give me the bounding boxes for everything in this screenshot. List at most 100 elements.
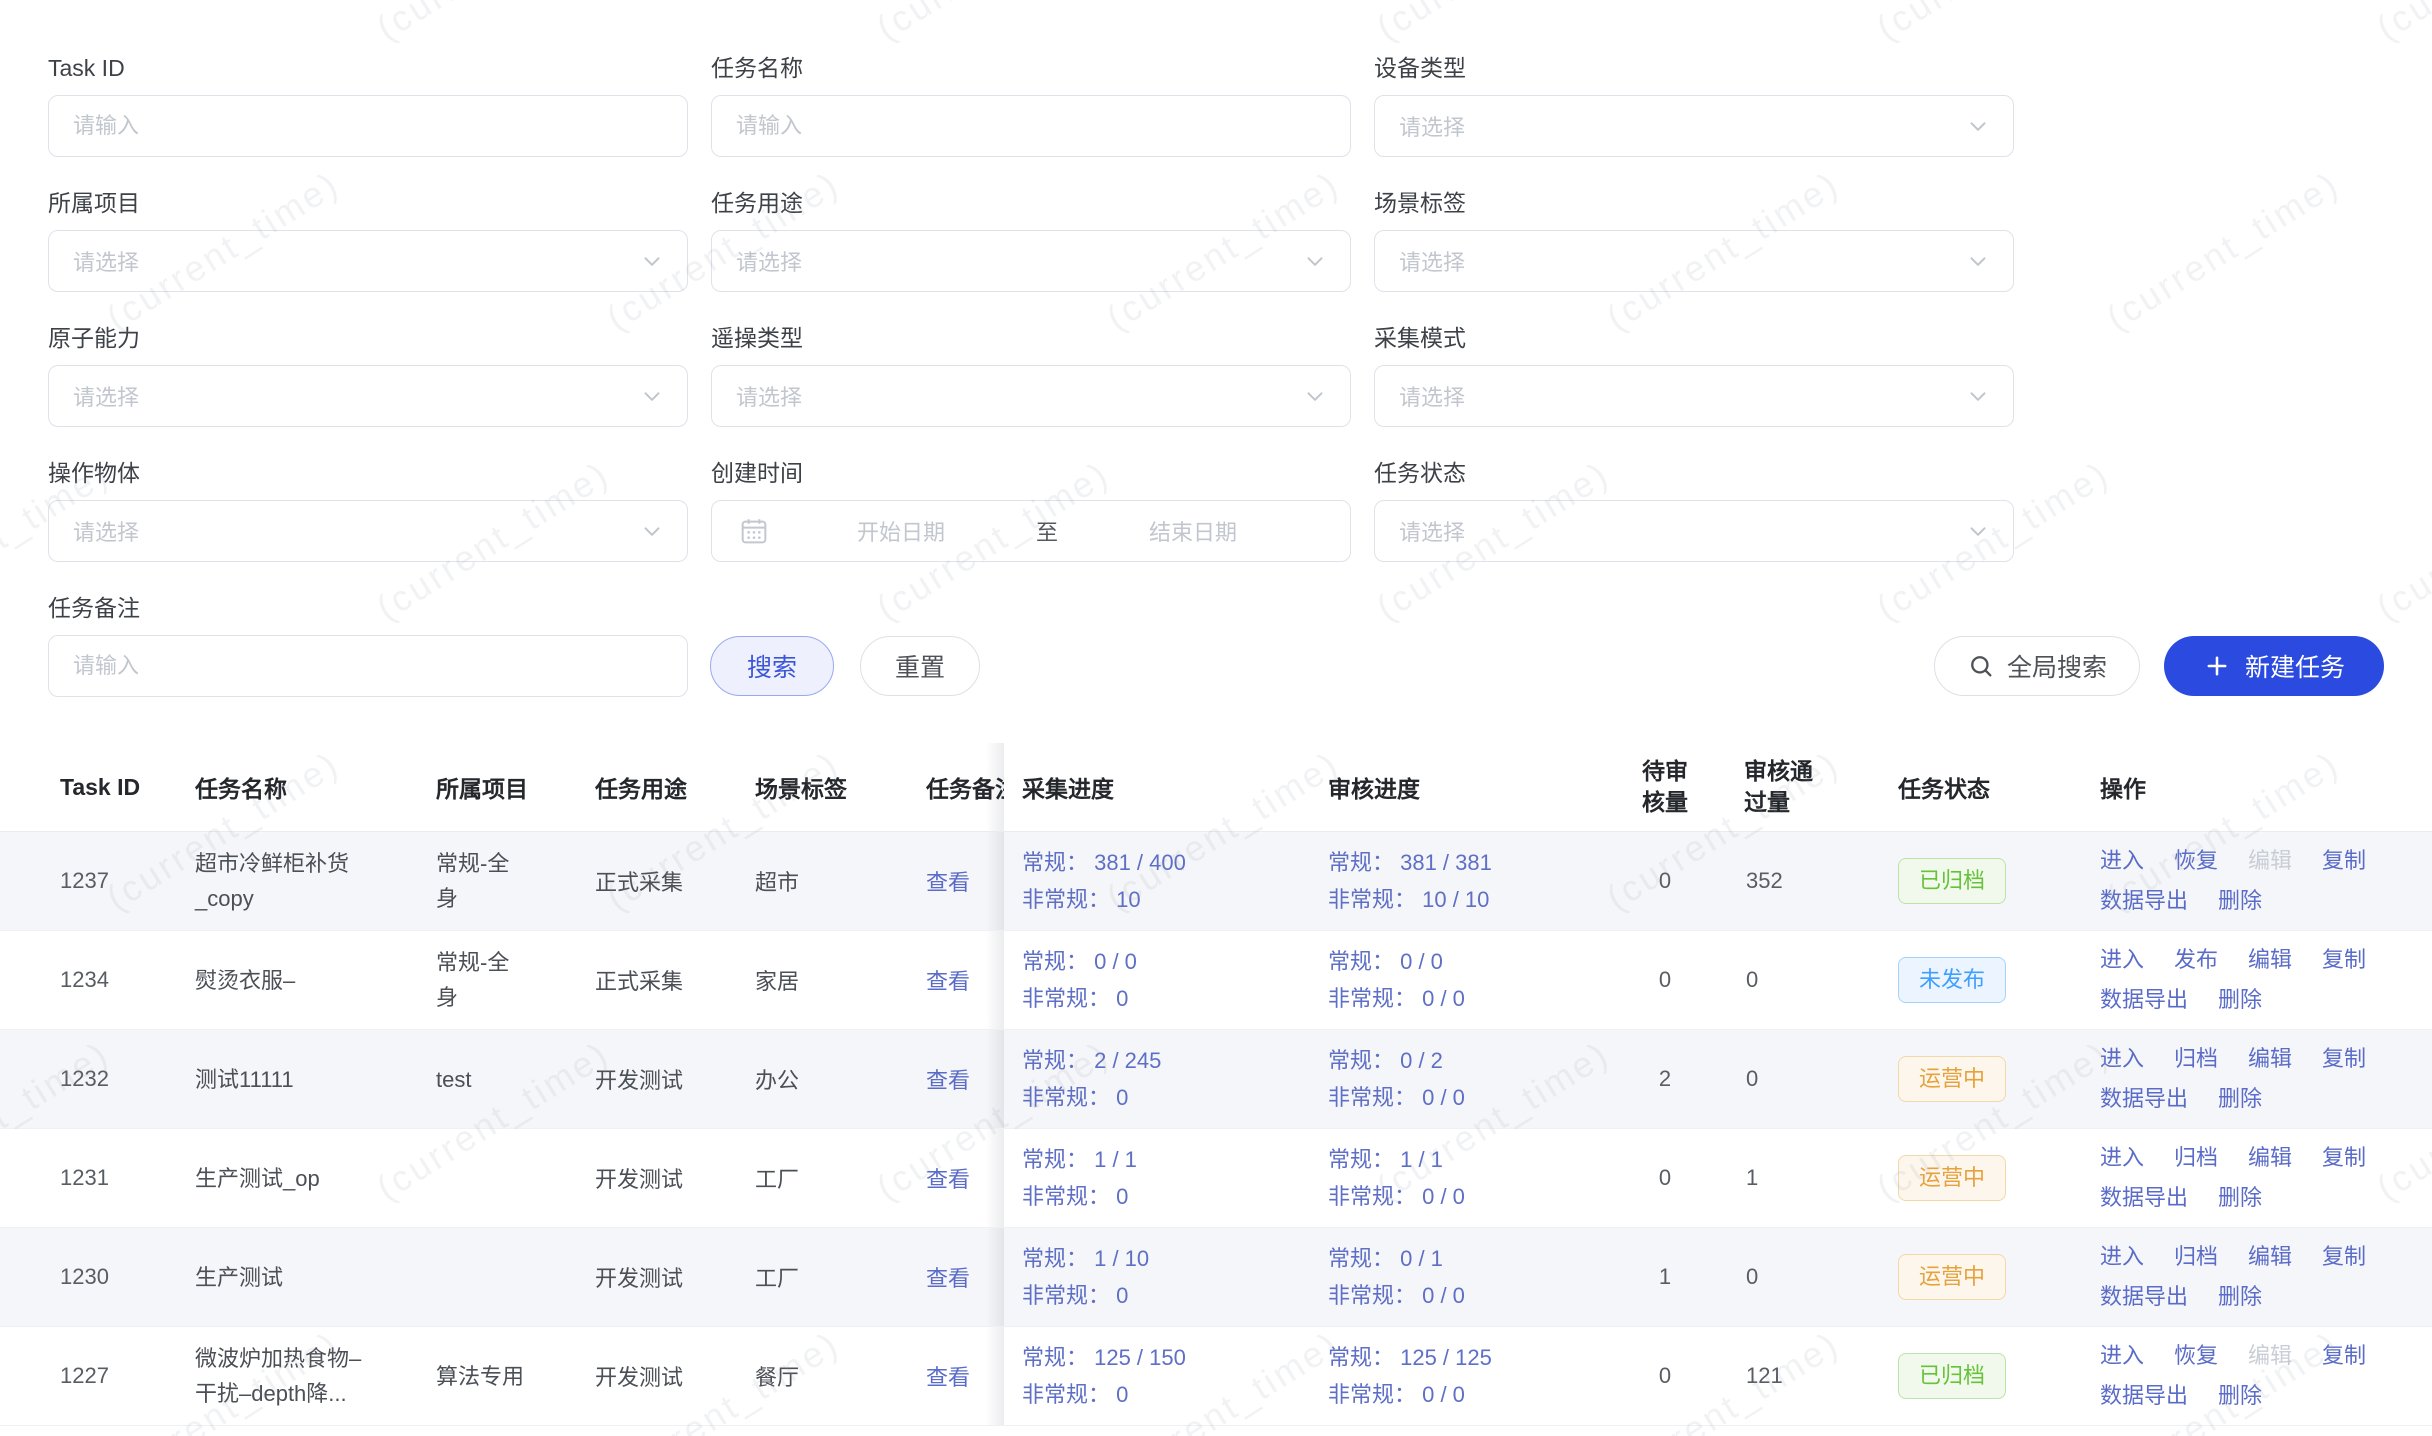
table-row: 1231生产测试_op开发测试工厂查看常规： 1 / 1非常规： 0常规： 1 … (0, 1129, 2432, 1228)
op-link-action[interactable]: 删除 (2218, 981, 2262, 1019)
filter-select[interactable]: 请选择 (711, 230, 1351, 292)
select-placeholder: 请选择 (736, 380, 802, 412)
op-link-action[interactable]: 归档 (2174, 1040, 2218, 1078)
op-link-action[interactable]: 编辑 (2248, 1139, 2292, 1177)
op-link-action[interactable]: 恢复 (2174, 842, 2218, 880)
chevron-down-icon (639, 518, 665, 544)
filter-select[interactable]: 请选择 (48, 230, 688, 292)
remark-view-link[interactable]: 查看 (926, 964, 970, 996)
cell-remark: 查看 (918, 1327, 1004, 1425)
op-link-action[interactable]: 进入 (2100, 1040, 2144, 1078)
cell-task-name: 测试11111 (195, 1030, 436, 1128)
filter-field: 任务状态请选择 (1374, 461, 2014, 562)
op-link-action[interactable]: 删除 (2218, 882, 2262, 920)
filter-select[interactable]: 请选择 (1374, 230, 2014, 292)
filter-input[interactable] (49, 113, 687, 139)
op-link-action[interactable]: 进入 (2100, 941, 2144, 979)
op-link-action[interactable]: 删除 (2218, 1377, 2262, 1415)
cell-status: 运营中 (1870, 1030, 2070, 1128)
op-link-action[interactable]: 数据导出 (2100, 981, 2188, 1019)
op-link-action[interactable]: 复制 (2322, 1238, 2366, 1276)
search-icon (1967, 652, 1995, 680)
op-link-action[interactable]: 发布 (2174, 941, 2218, 979)
op-link-action[interactable]: 复制 (2322, 1040, 2366, 1078)
cell-project (436, 1129, 595, 1227)
row-left: 1232测试11111test开发测试办公查看 (0, 1030, 1004, 1128)
filter-select[interactable]: 请选择 (711, 365, 1351, 427)
filter-input[interactable] (712, 113, 1350, 139)
cell-task-id: 1237 (0, 832, 195, 930)
remark-view-link[interactable]: 查看 (926, 865, 970, 897)
date-start-placeholder: 开始日期 (770, 515, 1032, 547)
op-link-action[interactable]: 复制 (2322, 941, 2366, 979)
filter-select[interactable]: 请选择 (1374, 95, 2014, 157)
op-link-action[interactable]: 删除 (2218, 1278, 2262, 1316)
chevron-down-icon (1302, 248, 1328, 274)
row-right: 常规： 2 / 245非常规： 0常规： 0 / 2非常规： 0 / 020运营… (1004, 1030, 2432, 1128)
op-link-action[interactable]: 数据导出 (2100, 1278, 2188, 1316)
op-link-action[interactable]: 编辑 (2248, 1040, 2292, 1078)
op-link-action[interactable]: 复制 (2322, 1139, 2366, 1177)
reset-button[interactable]: 重置 (860, 636, 980, 696)
cell-remark: 查看 (918, 832, 1004, 930)
cell-approved-count: 1 (1720, 1129, 1870, 1227)
cell-project: 算法专用 (436, 1327, 595, 1425)
op-link-action[interactable]: 归档 (2174, 1139, 2218, 1177)
cell-scene-tag: 家居 (755, 931, 918, 1029)
filter-input[interactable] (49, 653, 687, 679)
filter-label: 场景标签 (1374, 191, 2014, 215)
progress-irregular-line: 非常规： 10 (1022, 881, 1141, 918)
filter-label: 遥操类型 (711, 326, 1351, 350)
create-task-label: 新建任务 (2245, 648, 2345, 684)
filter-grid: Task ID任务名称设备类型请选择所属项目请选择任务用途请选择场景标签请选择原… (48, 56, 2384, 562)
cell-review-progress: 常规： 381 / 381非常规： 10 / 10 (1310, 832, 1610, 930)
op-link-action[interactable]: 数据导出 (2100, 1080, 2188, 1118)
filter-label: 任务备注 (48, 596, 688, 620)
cell-scene-tag: 餐厅 (755, 1327, 918, 1425)
filter-label: 设备类型 (1374, 56, 2014, 80)
status-badge: 未发布 (1898, 957, 2006, 1003)
op-link-action[interactable]: 进入 (2100, 1238, 2144, 1276)
operations-wrap: 进入发布编辑复制数据导出删除 (2100, 941, 2432, 1019)
filter-select[interactable]: 请选择 (48, 500, 688, 562)
op-link-action[interactable]: 数据导出 (2100, 1179, 2188, 1217)
op-link-action[interactable]: 恢复 (2174, 1337, 2218, 1375)
cell-collect-progress: 常规： 2 / 245非常规： 0 (1004, 1030, 1310, 1128)
column-header: 操作 (2070, 743, 2432, 831)
filter-field: Task ID (48, 56, 688, 157)
op-link-action[interactable]: 删除 (2218, 1080, 2262, 1118)
op-link-action[interactable]: 编辑 (2248, 941, 2292, 979)
global-search-button[interactable]: 全局搜索 (1934, 636, 2140, 696)
op-link-action[interactable]: 进入 (2100, 1139, 2144, 1177)
filter-select[interactable]: 请选择 (1374, 365, 2014, 427)
remark-view-link[interactable]: 查看 (926, 1063, 970, 1095)
op-link-action[interactable]: 删除 (2218, 1179, 2262, 1217)
status-badge: 运营中 (1898, 1056, 2006, 1102)
op-link-action[interactable]: 复制 (2322, 1337, 2366, 1375)
remark-view-link[interactable]: 查看 (926, 1162, 970, 1194)
filter-label: 所属项目 (48, 191, 688, 215)
op-link-action[interactable]: 数据导出 (2100, 1377, 2188, 1415)
filter-select[interactable]: 请选择 (1374, 500, 2014, 562)
op-link-action[interactable]: 复制 (2322, 842, 2366, 880)
table-header-row: Task ID任务名称所属项目任务用途场景标签任务备注采集进度审核进度待审 核量… (0, 743, 2432, 832)
cell-task-id: 1234 (0, 931, 195, 1029)
remark-view-link[interactable]: 查看 (926, 1360, 970, 1392)
filter-select[interactable]: 请选择 (48, 365, 688, 427)
column-header: Task ID (0, 743, 195, 831)
create-task-button[interactable]: 新建任务 (2164, 636, 2384, 696)
date-range-picker[interactable]: 开始日期至结束日期 (711, 500, 1351, 562)
remark-view-link[interactable]: 查看 (926, 1261, 970, 1293)
cell-operations: 进入发布编辑复制数据导出删除 (2070, 931, 2432, 1029)
remark-field-slot: 任务备注 (48, 596, 688, 697)
global-search-label: 全局搜索 (2007, 648, 2107, 684)
op-link-action[interactable]: 归档 (2174, 1238, 2218, 1276)
filter-field: 原子能力请选择 (48, 326, 688, 427)
op-link-action[interactable]: 进入 (2100, 1337, 2144, 1375)
progress-regular-line: 常规： 1 / 10 (1022, 1240, 1149, 1277)
search-button[interactable]: 搜索 (710, 636, 834, 696)
op-link-action[interactable]: 数据导出 (2100, 882, 2188, 920)
op-link-action[interactable]: 编辑 (2248, 1238, 2292, 1276)
op-link-action[interactable]: 进入 (2100, 842, 2144, 880)
cell-approved-count: 0 (1720, 931, 1870, 1029)
